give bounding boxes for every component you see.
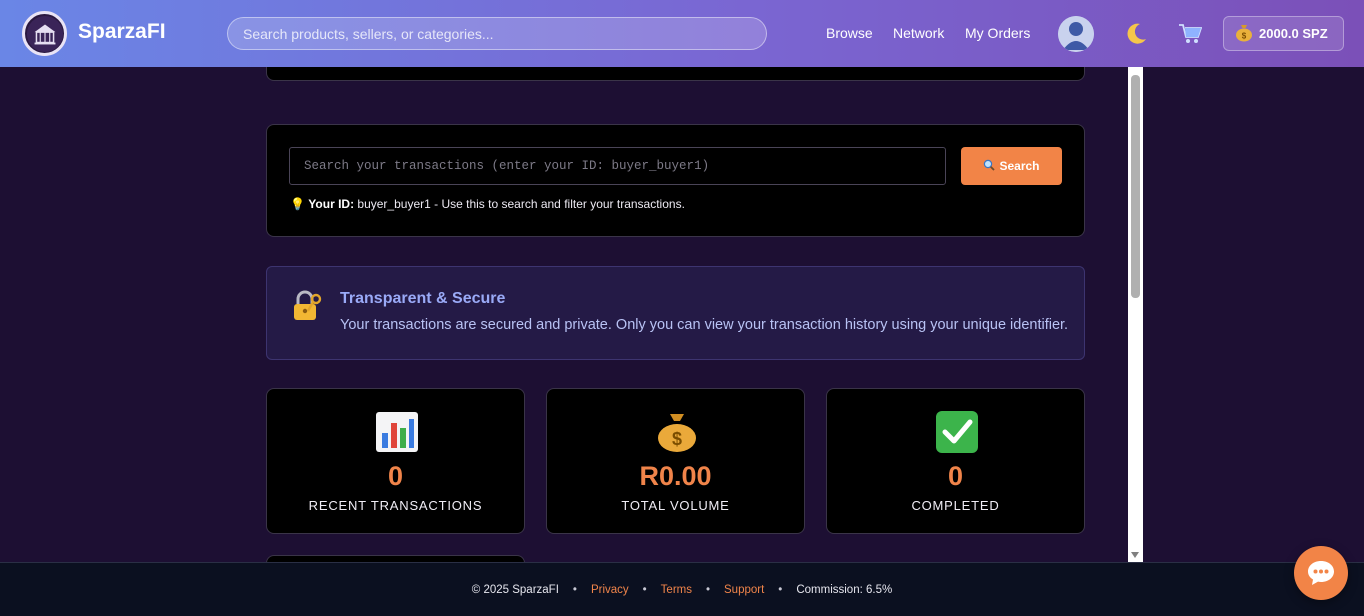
svg-text:$: $ [1242, 31, 1247, 40]
stat-card-recent-transactions: 0 RECENT TRANSACTIONS [266, 388, 525, 534]
check-mark-icon [935, 411, 979, 453]
bar-chart-icon [375, 411, 419, 453]
top-navbar: SparzaFI Browse Network My Orders $ [0, 0, 1364, 67]
hint-label: Your ID: [308, 197, 355, 211]
content-scrollbar[interactable] [1128, 67, 1143, 562]
stat-label: COMPLETED [911, 498, 1000, 513]
money-bag-icon: $ [1235, 23, 1253, 45]
wallet-balance[interactable]: $ 2000.0 SPZ [1223, 16, 1344, 51]
transaction-search-button[interactable]: Search [961, 147, 1062, 185]
transaction-search-input[interactable] [289, 147, 946, 185]
brand-name[interactable]: SparzaFI [78, 20, 166, 44]
balance-amount: 2000.0 SPZ [1259, 26, 1328, 41]
user-avatar-icon[interactable] [1058, 16, 1094, 52]
magnifier-icon [983, 159, 996, 174]
stat-card-total-volume: $ R0.00 TOTAL VOLUME [546, 388, 805, 534]
search-button-label: Search [999, 159, 1040, 173]
user-id-hint: 💡 Your ID: buyer_buyer1 - Use this to se… [290, 197, 685, 211]
security-text: Your transactions are secured and privat… [340, 317, 1069, 333]
svg-text:$: $ [672, 429, 682, 449]
page-footer: © 2025 SparzaFI • Privacy • Terms • Supp… [0, 562, 1364, 616]
stat-value: 0 [387, 461, 404, 491]
stat-value: R0.00 [639, 461, 712, 491]
footer-link-support[interactable]: Support [724, 584, 764, 596]
footer-copyright: © 2025 SparzaFI [471, 583, 559, 596]
cart-icon[interactable] [1176, 20, 1204, 48]
lock-with-key-icon [290, 289, 324, 323]
marketplace-logo[interactable] [22, 11, 67, 56]
lightbulb-icon: 💡 [290, 197, 305, 211]
nav-my-orders[interactable]: My Orders [965, 25, 1030, 41]
scrollbar-thumb[interactable] [1131, 75, 1140, 298]
nav-browse[interactable]: Browse [826, 25, 873, 41]
moon-icon[interactable] [1122, 20, 1150, 48]
scroll-down-arrow-icon[interactable] [1131, 552, 1139, 558]
stat-label: TOTAL VOLUME [621, 498, 730, 513]
stat-card-completed: 0 COMPLETED [826, 388, 1085, 534]
footer-link-privacy[interactable]: Privacy [591, 584, 629, 596]
security-notice: Transparent & Secure Your transactions a… [266, 266, 1085, 360]
hint-text: buyer_buyer1 - Use this to search and fi… [354, 197, 685, 211]
footer-commission: Commission: 6.5% [796, 583, 893, 596]
global-search-input[interactable] [227, 17, 767, 50]
chat-icon[interactable] [1294, 546, 1348, 600]
footer-link-terms[interactable]: Terms [661, 584, 692, 596]
transaction-search-card: Search 💡 Your ID: buyer_buyer1 - Use thi… [266, 124, 1085, 237]
stat-value: 0 [947, 461, 964, 491]
money-bag-icon: $ [655, 411, 699, 453]
stat-label: RECENT TRANSACTIONS [308, 498, 483, 513]
nav-network[interactable]: Network [893, 25, 944, 41]
security-title: Transparent & Secure [340, 290, 506, 307]
